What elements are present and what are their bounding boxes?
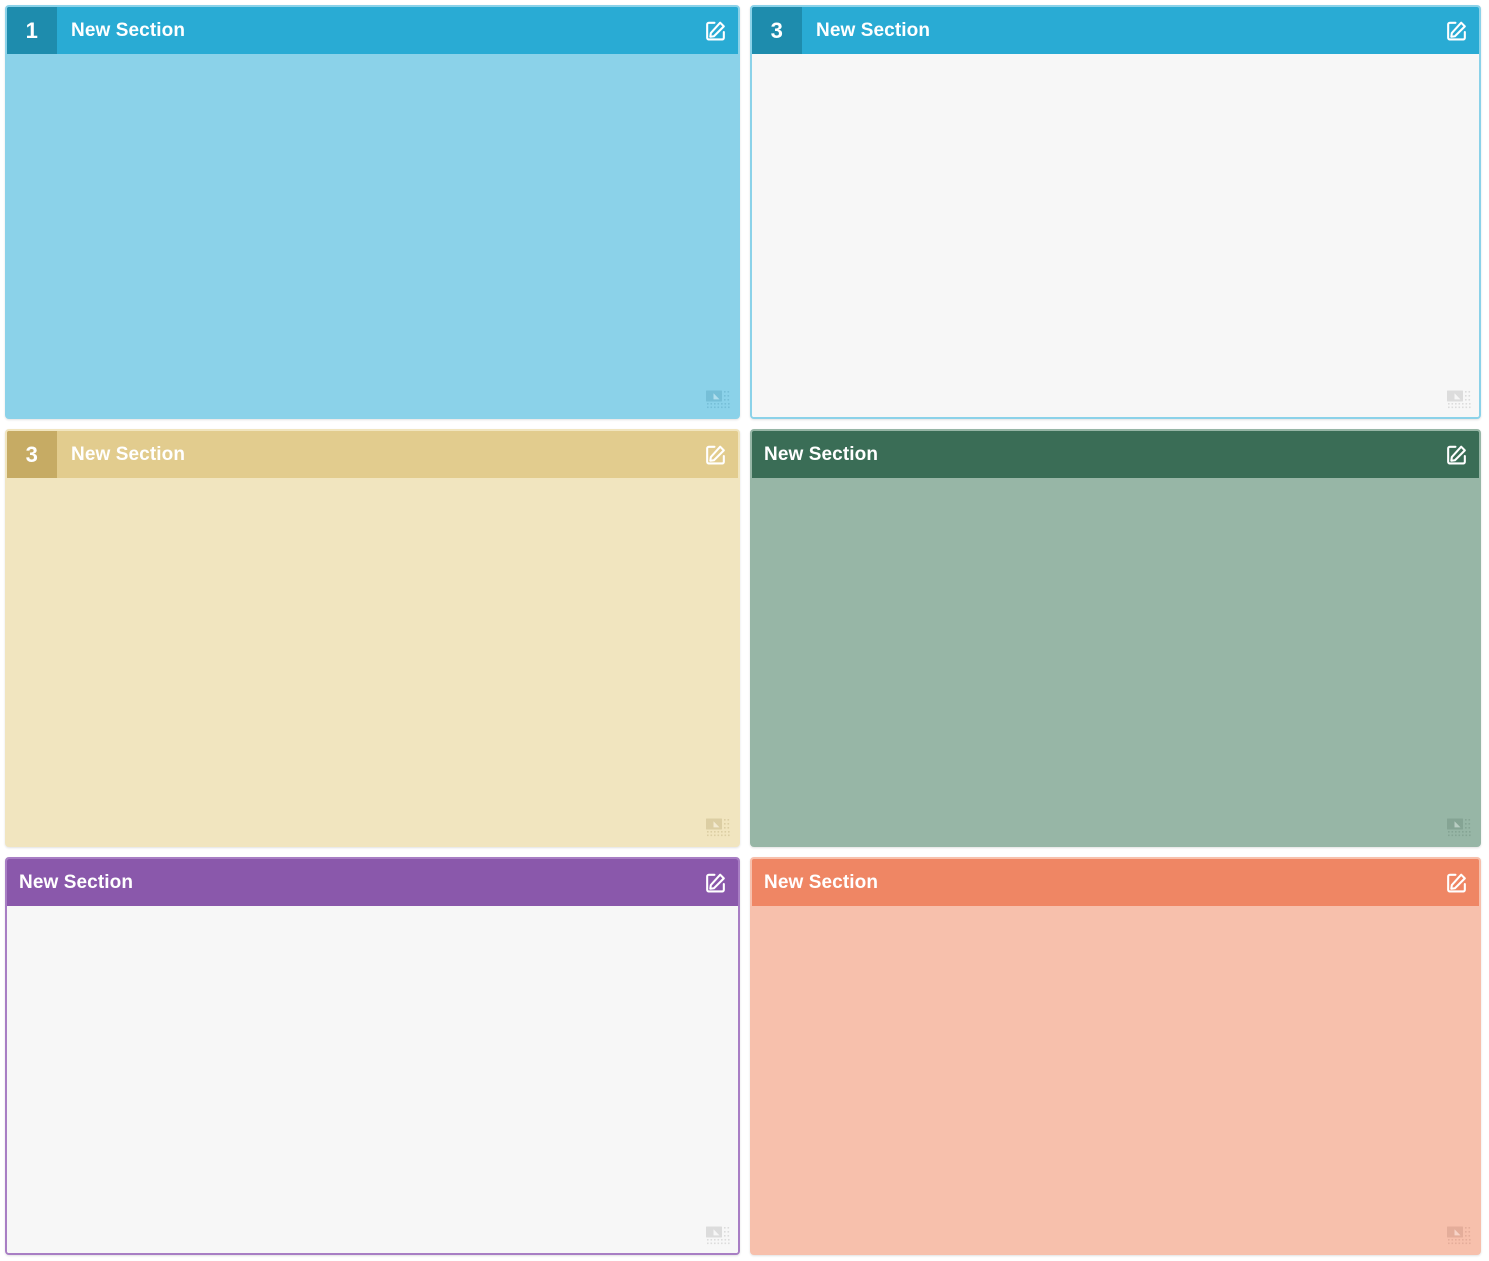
section-body[interactable] [7,54,738,417]
section-header[interactable]: 3 New Section [752,7,1479,54]
section-body[interactable] [752,906,1479,1253]
section-grid: 1 New Section 3 New Section 3 New Section New … [0,0,1489,1261]
section-card[interactable]: 3 New Section [750,5,1481,419]
section-body[interactable] [752,478,1479,845]
resize-grip-icon[interactable] [705,390,731,410]
resize-grip-icon[interactable] [705,818,731,838]
resize-grip-icon[interactable] [705,1226,731,1246]
edit-pencil-square-icon[interactable] [1433,7,1479,54]
section-header[interactable]: 1 New Section [7,7,738,54]
section-header[interactable]: New Section [7,859,738,906]
section-number-badge: 1 [7,7,57,54]
edit-pencil-square-icon[interactable] [692,431,738,478]
section-title: New Section [764,443,879,465]
section-body[interactable] [752,54,1479,417]
edit-pencil-square-icon[interactable] [692,859,738,906]
section-card[interactable]: New Section [5,857,740,1255]
section-header[interactable]: New Section [752,859,1479,906]
section-card[interactable]: 1 New Section [5,5,740,419]
section-title: New Section [71,19,186,41]
resize-grip-icon[interactable] [1446,1226,1472,1246]
resize-grip-icon[interactable] [1446,390,1472,410]
section-title: New Section [71,443,186,465]
section-header[interactable]: 3 New Section [7,431,738,478]
section-card[interactable]: New Section [750,857,1481,1255]
section-title: New Section [19,871,134,893]
section-title: New Section [816,19,931,41]
section-card[interactable]: 3 New Section [5,429,740,847]
section-title: New Section [764,871,879,893]
resize-grip-icon[interactable] [1446,818,1472,838]
section-body[interactable] [7,906,738,1253]
section-header[interactable]: New Section [752,431,1479,478]
section-number-badge: 3 [7,431,57,478]
section-body[interactable] [7,478,738,845]
edit-pencil-square-icon[interactable] [1433,431,1479,478]
edit-pencil-square-icon[interactable] [692,7,738,54]
section-number-badge: 3 [752,7,802,54]
edit-pencil-square-icon[interactable] [1433,859,1479,906]
section-card[interactable]: New Section [750,429,1481,847]
